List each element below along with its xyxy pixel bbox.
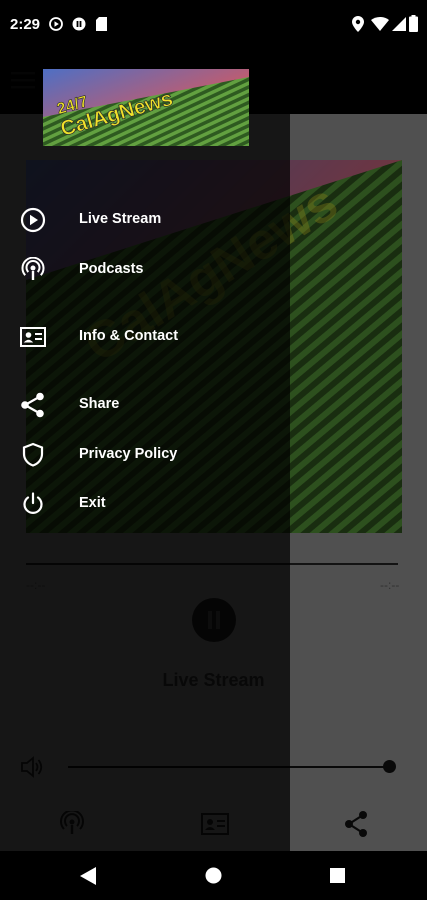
shield-icon (22, 442, 44, 467)
podcast-icon (21, 257, 45, 280)
status-bar: 2:29 (0, 0, 427, 52)
location-icon (352, 16, 364, 32)
drawer-item-info-contact[interactable]: Info & Contact (0, 315, 290, 359)
play-circle-icon (49, 17, 63, 31)
drawer-item-label: Live Stream (79, 211, 162, 227)
drawer-item-exit[interactable]: Exit (0, 482, 290, 526)
home-icon[interactable] (205, 867, 222, 884)
recents-icon[interactable] (330, 868, 345, 883)
pause-circle-icon (72, 17, 86, 31)
status-time: 2:29 (10, 16, 41, 33)
navigation-drawer: Live Stream Podcasts Info & Contact Shar… (0, 52, 290, 851)
wifi-icon (371, 17, 389, 31)
drawer-item-podcasts[interactable]: Podcasts (0, 248, 290, 292)
drawer-item-label: Info & Contact (79, 328, 179, 344)
back-icon[interactable] (80, 867, 96, 885)
drawer-item-label: Share (79, 396, 120, 412)
drawer-item-label: Privacy Policy (79, 446, 178, 462)
drawer-item-label: Exit (79, 495, 106, 511)
battery-icon (409, 15, 418, 32)
share-icon (21, 392, 44, 418)
cellular-icon (392, 17, 406, 31)
drawer-item-label: Podcasts (79, 261, 144, 277)
contact-card-icon (20, 327, 46, 347)
power-icon (23, 492, 43, 514)
sd-card-icon (96, 17, 107, 31)
drawer-item-share[interactable]: Share (0, 383, 290, 427)
system-navigation-bar (0, 851, 427, 900)
drawer-item-privacy-policy[interactable]: Privacy Policy (0, 433, 290, 477)
play-circle-icon (20, 207, 46, 233)
drawer-header-logo: 24/7 CalAgNews (43, 69, 249, 146)
drawer-item-live-stream[interactable]: Live Stream (0, 198, 290, 242)
